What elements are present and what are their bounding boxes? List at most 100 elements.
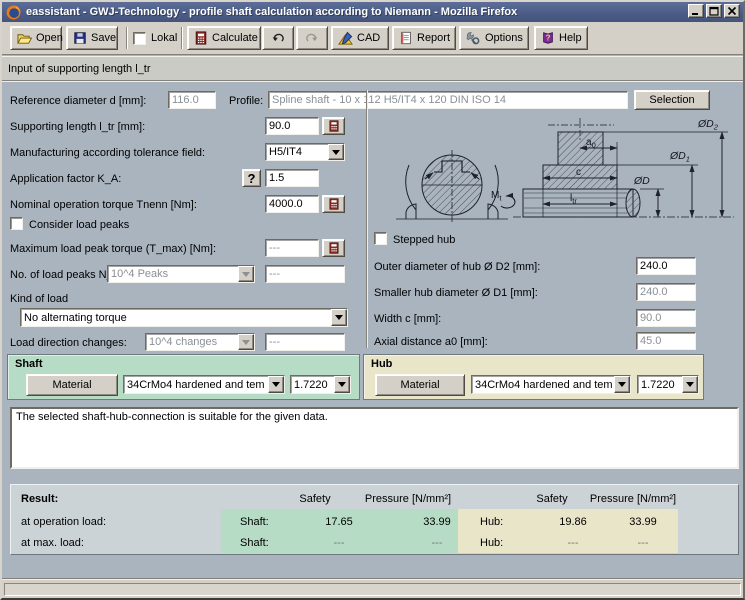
width-c-field[interactable]: 90.0: [636, 309, 696, 327]
lokal-checkbox[interactable]: [133, 32, 146, 45]
hub-row-label: Hub:: [480, 515, 503, 529]
stepped-hub-checkbox[interactable]: [374, 232, 387, 245]
result-row-label: at max. load:: [21, 536, 84, 550]
firefox-icon: [6, 5, 21, 20]
stepped-hub-label: Stepped hub: [393, 233, 455, 247]
smaller-diameter-field[interactable]: 240.0: [636, 283, 696, 301]
shaft-row-label: Shaft:: [240, 515, 269, 529]
options-button[interactable]: Options: [459, 26, 529, 50]
chevron-down-icon[interactable]: [238, 334, 254, 350]
nominal-torque-calculator-button[interactable]: [322, 195, 345, 213]
undo-icon: [271, 31, 285, 45]
load-peaks-unit-dropdown[interactable]: 10^4 Peaks: [107, 265, 255, 283]
status-bar: [2, 580, 743, 598]
chevron-down-icon[interactable]: [331, 309, 347, 326]
smaller-diameter-label: Smaller hub diameter Ø D1 [mm]:: [374, 286, 538, 300]
open-button[interactable]: Open: [10, 26, 62, 50]
shaft-panel-title: Shaft: [15, 358, 43, 370]
load-direction-field[interactable]: ---: [265, 333, 345, 351]
calculator-icon: [328, 198, 340, 210]
diagram-mt-label: Mt: [491, 190, 502, 203]
shaft-material-button[interactable]: Material: [26, 374, 118, 396]
max-peak-torque-calculator-button[interactable]: [322, 239, 345, 257]
diagram-d2-label: ØD2: [697, 118, 719, 132]
diagram-ltr-label: ltr: [570, 193, 577, 206]
profile-field[interactable]: Spline shaft - 10 x 112 H5/IT4 x 120 DIN…: [268, 91, 628, 109]
toolbar-separator: [181, 27, 183, 49]
redo-button[interactable]: [296, 26, 328, 50]
tolerance-field-label: Manufacturing according tolerance field:: [10, 146, 205, 160]
calculator-icon: [328, 242, 340, 254]
chevron-down-icon[interactable]: [334, 376, 350, 393]
shaft-safety-header: Safety: [285, 492, 345, 506]
tolerance-dropdown[interactable]: H5/IT4: [265, 143, 345, 161]
minimize-button[interactable]: [688, 4, 704, 18]
section-title: Input of supporting length l_tr: [8, 63, 150, 75]
shaft-safety-value: 17.65: [307, 515, 371, 529]
shaft-safety-value: ---: [307, 536, 371, 550]
outer-diameter-field[interactable]: 240.0: [636, 257, 696, 275]
close-button[interactable]: [724, 4, 740, 18]
nominal-torque-field[interactable]: 4000.0: [265, 195, 319, 213]
hub-pressure-value: ---: [593, 536, 693, 550]
shaft-row-label: Shaft:: [240, 536, 269, 550]
column-separator: [366, 90, 368, 348]
result-row-label: at operation load:: [21, 515, 106, 529]
supporting-length-calculator-button[interactable]: [322, 117, 345, 135]
save-button[interactable]: Save: [66, 26, 118, 50]
chevron-down-icon[interactable]: [328, 144, 344, 160]
hub-pressure-header: Pressure [N/mm²]: [565, 492, 701, 506]
load-peaks-field[interactable]: ---: [265, 265, 345, 283]
application-factor-help-button[interactable]: ?: [242, 169, 261, 187]
supporting-length-field[interactable]: 90.0: [265, 117, 319, 135]
result-title: Result:: [21, 492, 58, 506]
supporting-length-label: Supporting length l_tr [mm]:: [10, 120, 145, 134]
svg-text:?: ?: [546, 34, 551, 43]
maximize-button[interactable]: [706, 4, 722, 18]
close-icon: [727, 6, 737, 16]
help-button[interactable]: ? Help: [534, 26, 588, 50]
hub-material-panel: Hub Material 34CrMo4 hardened and tem 1.…: [363, 354, 704, 400]
kind-of-load-dropdown[interactable]: No alternating torque: [20, 308, 348, 327]
application-factor-field[interactable]: 1.5: [265, 169, 319, 187]
kind-of-load-label: Kind of load: [10, 292, 68, 306]
calculator-icon: [194, 31, 208, 45]
shaft-hub-diagram: Mt a0 c ltr ØD ØD1 ØD2: [388, 108, 742, 232]
report-button[interactable]: Report: [392, 26, 456, 50]
shaft-pressure-value: 33.99: [395, 515, 479, 529]
nominal-torque-label: Nominal operation torque Tnenn [Nm]:: [10, 198, 197, 212]
message-text: The selected shaft-hub-connection is sui…: [16, 411, 328, 423]
chevron-down-icon[interactable]: [268, 376, 284, 393]
shaft-material-number-dropdown[interactable]: 1.7220: [290, 375, 351, 394]
chevron-down-icon[interactable]: [682, 376, 698, 393]
axial-distance-field[interactable]: 45.0: [636, 332, 696, 350]
profile-label: Profile:: [229, 94, 263, 108]
hub-material-dropdown[interactable]: 34CrMo4 hardened and tem: [471, 375, 631, 394]
selection-button[interactable]: Selection: [634, 90, 710, 110]
hub-panel-title: Hub: [371, 358, 392, 370]
diagram-d1-label: ØD1: [669, 150, 690, 164]
chevron-down-icon[interactable]: [238, 266, 254, 282]
undo-button[interactable]: [262, 26, 294, 50]
message-area[interactable]: The selected shaft-hub-connection is sui…: [10, 407, 739, 469]
calculate-button[interactable]: Calculate: [187, 26, 261, 50]
consider-load-peaks-checkbox[interactable]: [10, 217, 23, 230]
reference-diameter-field[interactable]: 116.0: [168, 91, 216, 109]
status-field: [4, 583, 741, 596]
chevron-down-icon[interactable]: [614, 376, 630, 393]
max-peak-torque-field[interactable]: ---: [265, 239, 319, 257]
axial-distance-label: Axial distance a0 [mm]:: [374, 335, 488, 349]
redo-icon: [305, 31, 319, 45]
consider-load-peaks-label: Consider load peaks: [29, 218, 129, 232]
shaft-pressure-header: Pressure [N/mm²]: [340, 492, 476, 506]
report-document-icon: [399, 31, 413, 45]
shaft-material-dropdown[interactable]: 34CrMo4 hardened and tem: [123, 375, 285, 394]
load-direction-unit-dropdown[interactable]: 10^4 changes: [145, 333, 255, 351]
hub-material-button[interactable]: Material: [375, 374, 465, 396]
hub-material-number-dropdown[interactable]: 1.7220: [637, 375, 699, 394]
width-c-label: Width c [mm]:: [374, 312, 441, 326]
reference-diameter-label: Reference diameter d [mm]:: [10, 94, 146, 108]
cad-button[interactable]: CAD: [331, 26, 389, 50]
load-direction-label: Load direction changes:: [10, 336, 127, 350]
shaft-pressure-value: ---: [395, 536, 479, 550]
